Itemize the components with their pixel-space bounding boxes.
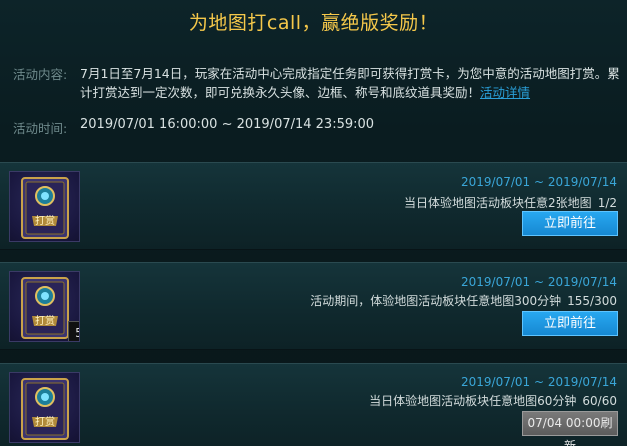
reward-card-icon: 打赏: [9, 171, 80, 242]
task-date-range: 2019/07/01 ~ 2019/07/14: [460, 175, 617, 189]
task-progress: 155/300: [567, 294, 617, 308]
page-title: 为地图打call，赢绝版奖励！: [188, 12, 439, 34]
content-text: 7月1日至7月14日，玩家在活动中心完成指定任务即可获得打赏卡，为您中意的活动地…: [80, 66, 620, 100]
svg-text:打赏: 打赏: [35, 214, 55, 227]
task-text: 活动期间，体验地图活动板块任意地图300分钟: [310, 294, 562, 308]
time-value: 2019/07/01 16:00:00 ~ 2019/07/14 23:59:0…: [80, 117, 375, 132]
task-card: 打赏 2019/07/01 ~ 2019/07/14 当日体验地图活动板块任意2…: [0, 162, 627, 250]
activity-page: 为地图打call，赢绝版奖励！ 活动内容: 7月1日至7月14日，玩家在活动中心…: [0, 0, 627, 446]
content-label: 活动内容:: [13, 67, 68, 82]
svg-text:打赏: 打赏: [35, 314, 55, 327]
reward-card-icon: 打赏: [9, 372, 80, 443]
task-text: 当日体验地图活动板块任意2张地图: [404, 196, 592, 210]
task-date-range: 2019/07/01 ~ 2019/07/14: [460, 275, 617, 289]
go-now-button[interactable]: 立即前往: [522, 211, 618, 236]
task-description: 当日体验地图活动板块任意2张地图 1/2: [404, 194, 617, 211]
task-date-range: 2019/07/01 ~ 2019/07/14: [460, 375, 617, 389]
task-progress: 60/60: [582, 394, 617, 408]
content-description: 7月1日至7月14日，玩家在活动中心完成指定任务即可获得打赏卡，为您中意的活动地…: [80, 64, 625, 102]
refresh-countdown-button: 07/04 00:00刷新: [522, 411, 618, 446]
time-label: 活动时间:: [13, 121, 68, 136]
task-card: 打赏 2019/07/01 ~ 2019/07/14 当日体验地图活动板块任意地…: [0, 363, 627, 446]
details-link[interactable]: 活动详情: [480, 85, 530, 100]
reward-card-icon: 打赏 5: [9, 271, 80, 342]
go-now-button[interactable]: 立即前往: [522, 311, 618, 336]
svg-text:打赏: 打赏: [35, 415, 55, 428]
task-text: 当日体验地图活动板块任意地图60分钟: [369, 394, 577, 408]
reward-count-badge: 5: [68, 321, 79, 341]
task-card: 打赏 5 2019/07/01 ~ 2019/07/14 活动期间，体验地图活动…: [0, 262, 627, 350]
task-progress: 1/2: [597, 196, 617, 210]
task-description: 当日体验地图活动板块任意地图60分钟 60/60: [369, 392, 617, 409]
task-description: 活动期间，体验地图活动板块任意地图300分钟 155/300: [310, 292, 617, 309]
